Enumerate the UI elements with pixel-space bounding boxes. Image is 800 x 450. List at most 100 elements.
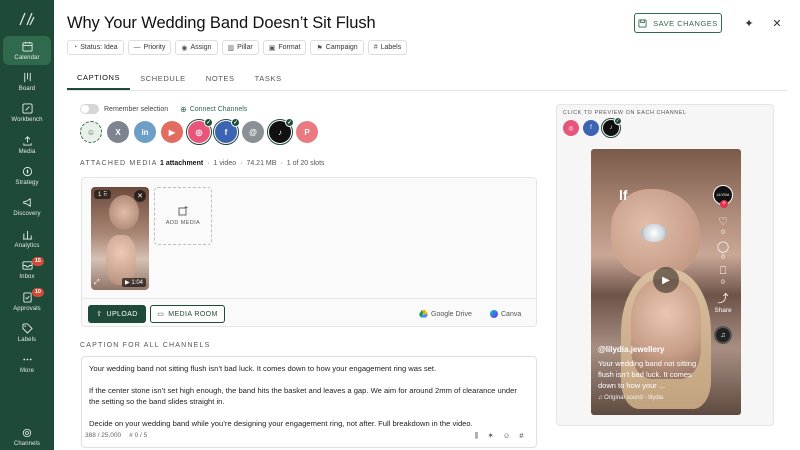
tab-tasks[interactable]: TASKS	[245, 66, 292, 90]
media-footer: ⇧ UPLOAD ▭ MEDIA ROOM Google Drive Canva	[82, 298, 536, 327]
sidebar-item-strategy[interactable]: Strategy	[3, 162, 51, 191]
sidebar-item-label: Discovery	[13, 211, 41, 218]
add-media-button[interactable]: ADD MEDIA	[154, 187, 212, 245]
preview-tab-instagram[interactable]: ◎	[563, 120, 579, 136]
canva-button[interactable]: Canva	[490, 310, 521, 318]
play-icon[interactable]: ▶	[653, 267, 679, 293]
sidebar-item-analytics[interactable]: Analytics	[3, 224, 51, 253]
ai-sparkle-button[interactable]: ✦	[742, 16, 756, 30]
chip-campaign[interactable]: ⚑ Campaign	[310, 40, 364, 55]
tiktok-preview: lf ▶ LILYDIA + ♡ 0 ◯ 0 ⎕ 0 ⤴ Share ♫ @lilydia…	[591, 149, 741, 415]
caption-paragraph: Your wedding band not sitting flush isn’…	[89, 364, 437, 373]
upload-label: UPLOAD	[106, 310, 138, 318]
share-label: Share	[714, 307, 732, 314]
sidebar-item-media[interactable]: Media	[3, 130, 51, 159]
sidebar-item-board[interactable]: Board	[3, 67, 51, 96]
tab-notes[interactable]: NOTES	[196, 66, 245, 90]
chip-assign[interactable]: ◉ Assign	[175, 40, 218, 55]
share-icon: ⤴	[717, 293, 729, 305]
remove-media-icon[interactable]: ✕	[134, 190, 146, 202]
upload-button[interactable]: ⇧ UPLOAD	[88, 305, 146, 323]
remember-selection: Remember selection	[80, 104, 168, 114]
preview-sound: ♫ Original sound - lilydia	[598, 395, 664, 401]
channel-threads[interactable]: @	[242, 121, 264, 143]
group-icon: ☺	[86, 127, 96, 137]
chip-status-idea[interactable]: ◔ Status: Idea	[67, 40, 124, 55]
status-icon: ◔	[73, 44, 78, 51]
sidebar-item-calendar[interactable]: Calendar	[3, 36, 51, 65]
approvals-icon	[22, 292, 32, 303]
sidebar-item-approvals[interactable]: Approvals 10	[3, 287, 51, 316]
preview-label: CLICK TO PREVIEW ON EACH CHANNEL	[563, 110, 687, 116]
upload-icon	[22, 135, 32, 146]
media-room-button[interactable]: ▭ MEDIA ROOM	[150, 305, 225, 323]
follow-plus-icon: +	[720, 200, 728, 208]
preview-tab-tiktok[interactable]: ♪ ✓	[601, 117, 622, 138]
tab-schedule[interactable]: SCHEDULE	[130, 66, 196, 90]
channel-instagram[interactable]: ◎ ✓	[186, 118, 213, 145]
preview-tab-facebook[interactable]: f	[583, 120, 599, 136]
library-icon[interactable]: ⫼	[475, 431, 478, 441]
tab-bar: CAPTIONS SCHEDULE NOTES TASKS	[67, 66, 787, 91]
caption-editor[interactable]: Your wedding band not sitting flush isn’…	[81, 356, 537, 448]
check-icon: ✓	[614, 117, 622, 125]
comment-count: 0	[721, 254, 725, 261]
hashtag-icon[interactable]: #	[519, 431, 523, 441]
caption-paragraph: Decide on your wedding band while you’re…	[89, 419, 473, 428]
chip-label: Campaign	[325, 44, 358, 51]
pinterest-icon: P	[304, 127, 310, 137]
sidebar-item-label: Labels	[17, 337, 37, 344]
facebook-icon: f	[224, 127, 228, 137]
sidebar-item-label: Workbench	[11, 117, 43, 124]
channel-facebook[interactable]: f ✓	[213, 118, 240, 145]
connect-channels-link[interactable]: ⊕ Connect Channels	[180, 105, 247, 114]
chip-priority[interactable]: — Priority	[127, 40, 172, 55]
caption-paragraph: If the center stone isn’t set high enoug…	[89, 386, 517, 406]
like-count: 0	[721, 229, 725, 236]
emoji-icon[interactable]: ☺	[503, 431, 511, 441]
channel-tiktok[interactable]: ♪ ✓	[267, 118, 294, 145]
save-changes-button[interactable]: SAVE CHANGES	[634, 13, 722, 33]
ai-sparkle-icon[interactable]: ✶	[487, 431, 493, 441]
add-image-icon	[178, 206, 188, 216]
media-thumbnail[interactable]: 1 ⠿ ✕ ⤢ ▶ 1:04	[91, 187, 149, 290]
sidebar-item-inbox[interactable]: Inbox 15	[3, 256, 51, 285]
sidebar-item-label: More	[19, 368, 35, 375]
more-icon	[22, 358, 32, 361]
close-button[interactable]: ✕	[770, 16, 784, 30]
google-drive-button[interactable]: Google Drive	[419, 310, 472, 318]
save-action: ⎕ 0	[720, 265, 727, 286]
sidebar-item-more[interactable]: More	[3, 350, 51, 379]
chip-pillar[interactable]: ▥ Pillar	[221, 40, 259, 55]
chip-label: Format	[278, 44, 301, 51]
sidebar-item-workbench[interactable]: Workbench	[3, 99, 51, 128]
chip-format[interactable]: ▣ Format	[262, 40, 307, 55]
caption-counters: 388 / 25,000 # 0 / 5	[85, 432, 147, 439]
sidebar-item-discovery[interactable]: Discovery	[3, 193, 51, 222]
preview-username: @lilydia.jewellery	[598, 345, 665, 354]
page-title: Why Your Wedding Band Doesn’t Sit Flush	[67, 14, 376, 32]
channel-linkedin[interactable]: in	[134, 121, 156, 143]
channel-group[interactable]: ☺	[80, 121, 102, 143]
chip-labels[interactable]: # Labels	[367, 40, 408, 55]
app-logo[interactable]	[18, 8, 36, 30]
remember-selection-toggle[interactable]	[80, 104, 99, 114]
channel-pinterest[interactable]: P	[296, 121, 318, 143]
notification-badge: 15	[31, 256, 44, 266]
at-icon	[22, 428, 32, 438]
save-icon	[638, 18, 647, 28]
expand-icon[interactable]: ⤢	[94, 279, 100, 287]
channel-youtube[interactable]: ▶	[161, 121, 183, 143]
share-action: ⤴ Share	[714, 290, 731, 314]
video-overlay-text: lf	[619, 187, 628, 203]
sidebar-item-channels[interactable]: Channels	[3, 428, 51, 450]
sidebar-item-labels[interactable]: Labels	[3, 319, 51, 348]
add-media-label: ADD MEDIA	[165, 220, 201, 226]
tiktok-side-actions: LILYDIA + ♡ 0 ◯ 0 ⎕ 0 ⤴ Share ♫	[713, 185, 733, 344]
flag-icon: ⚑	[316, 44, 323, 52]
character-count: 388 / 25,000	[85, 432, 122, 439]
media-index-badge[interactable]: 1 ⠿	[94, 190, 112, 199]
channel-x[interactable]: X	[107, 121, 129, 143]
tab-captions[interactable]: CAPTIONS	[67, 66, 131, 90]
canva-icon	[490, 310, 498, 318]
